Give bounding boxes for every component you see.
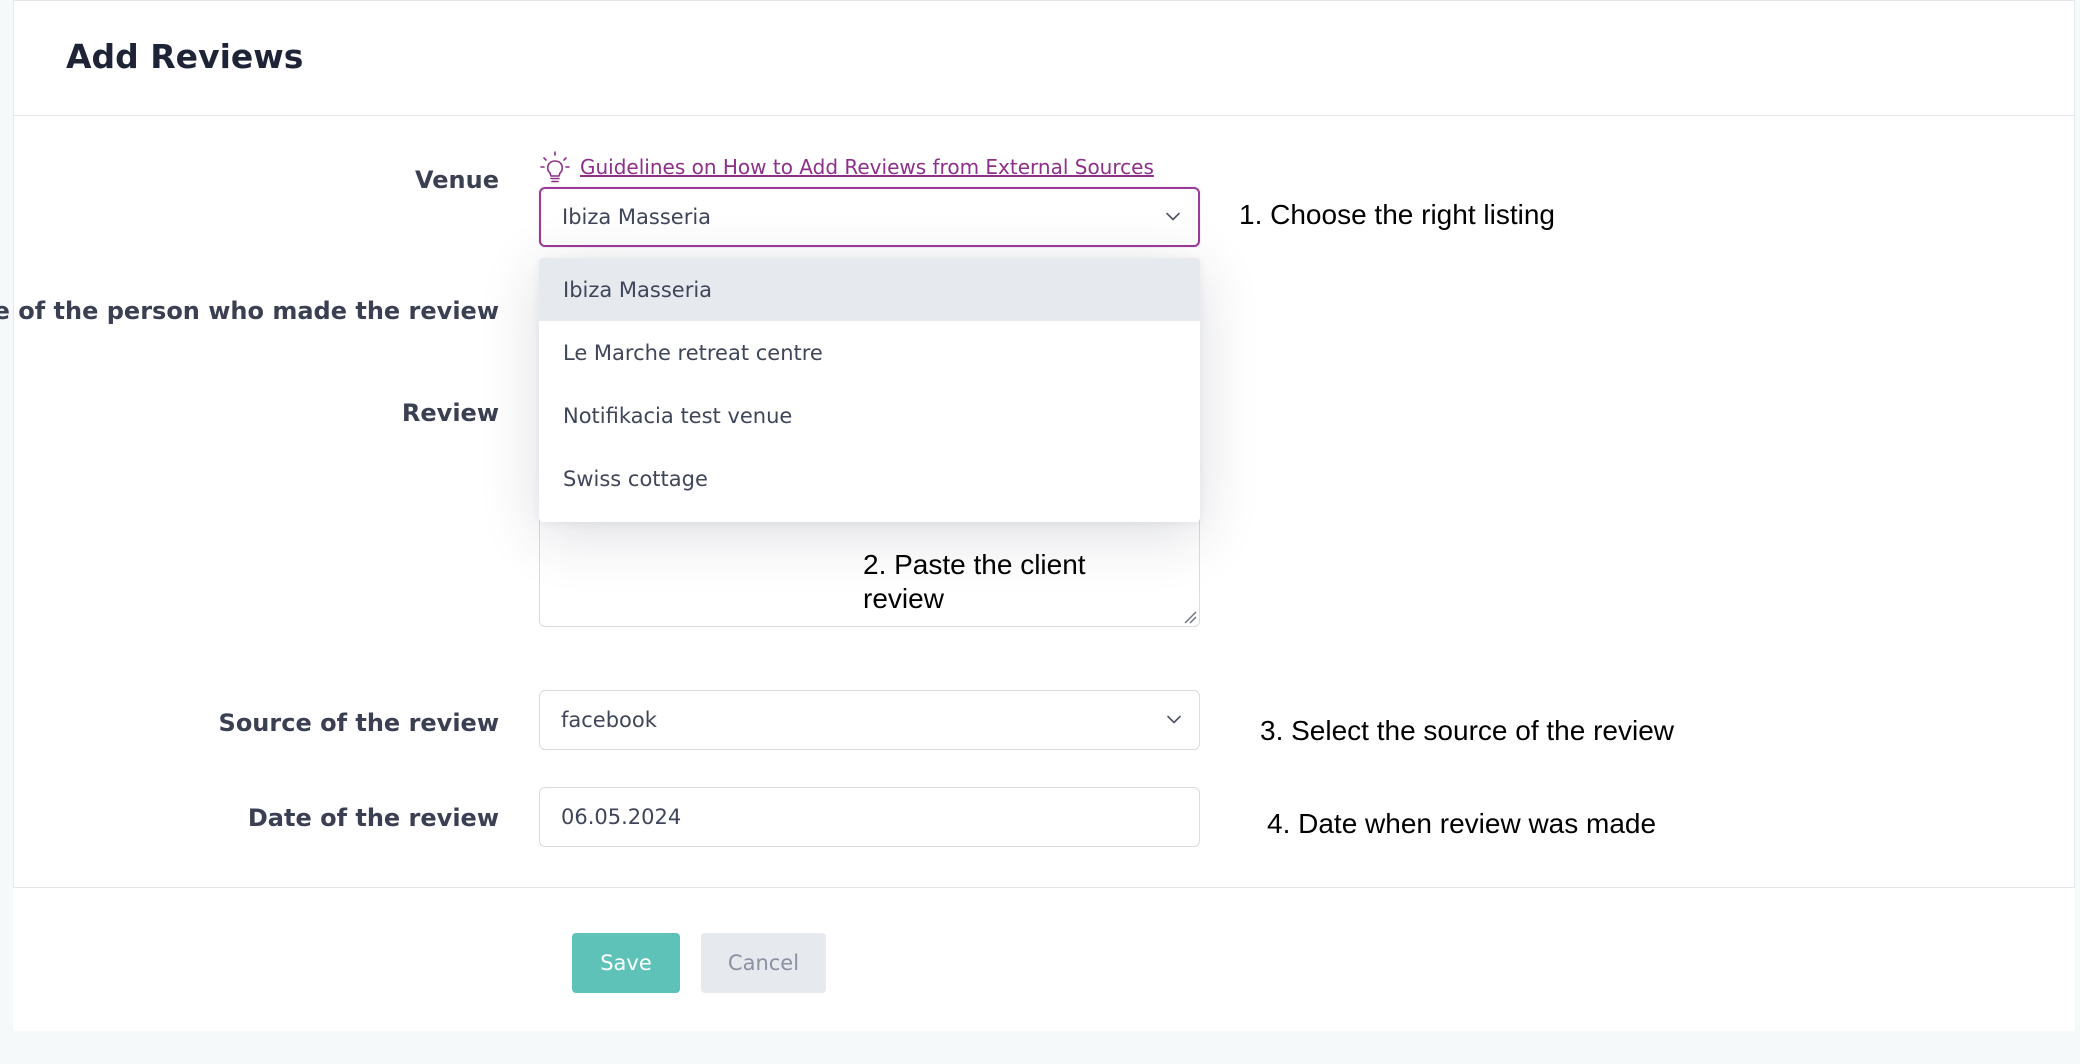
card-header: Add Reviews	[14, 1, 2074, 116]
date-input[interactable]: 06.05.2024	[539, 787, 1200, 847]
venue-label: Venue	[415, 166, 499, 194]
save-button[interactable]: Save	[572, 933, 680, 993]
annotation-step-4: 4. Date when review was made	[1267, 808, 1657, 839]
venue-select-value: Ibiza Masseria	[562, 205, 712, 229]
venue-option[interactable]: Le Marche retreat centre	[539, 321, 1200, 384]
annotation-step-3: 3. Select the source of the review	[1260, 715, 1674, 746]
venue-option[interactable]: Notifikacia test venue	[539, 384, 1200, 447]
venue-select[interactable]: Ibiza Masseria	[539, 187, 1200, 247]
guidelines-link-text[interactable]: Guidelines on How to Add Reviews from Ex…	[580, 155, 1154, 179]
review-label: Review	[401, 399, 499, 427]
chevron-down-icon	[1166, 212, 1180, 222]
annotation-step-1: 1. Choose the right listing	[1239, 199, 1555, 230]
source-label: Source of the review	[218, 709, 499, 737]
source-select[interactable]: facebook	[539, 690, 1200, 750]
guidelines-link[interactable]: Guidelines on How to Add Reviews from Ex…	[540, 150, 1154, 184]
date-label: Date of the review	[247, 804, 499, 832]
resize-handle-icon[interactable]	[1181, 608, 1197, 624]
annotation-step-2: 2. Paste the client review	[863, 549, 1086, 614]
cancel-button[interactable]: Cancel	[701, 933, 826, 993]
lightbulb-icon	[540, 150, 570, 184]
source-select-value: facebook	[561, 708, 657, 732]
venue-option[interactable]: Ibiza Masseria	[539, 258, 1200, 321]
venue-option[interactable]: Swiss cottage	[539, 447, 1200, 510]
page-title: Add Reviews	[66, 37, 304, 76]
form-footer	[13, 888, 2075, 1031]
reviewer-name-label: Name of the person who made the review	[0, 297, 499, 325]
chevron-down-icon	[1167, 715, 1181, 725]
venue-dropdown-menu: Ibiza Masseria Le Marche retreat centre …	[539, 258, 1200, 522]
